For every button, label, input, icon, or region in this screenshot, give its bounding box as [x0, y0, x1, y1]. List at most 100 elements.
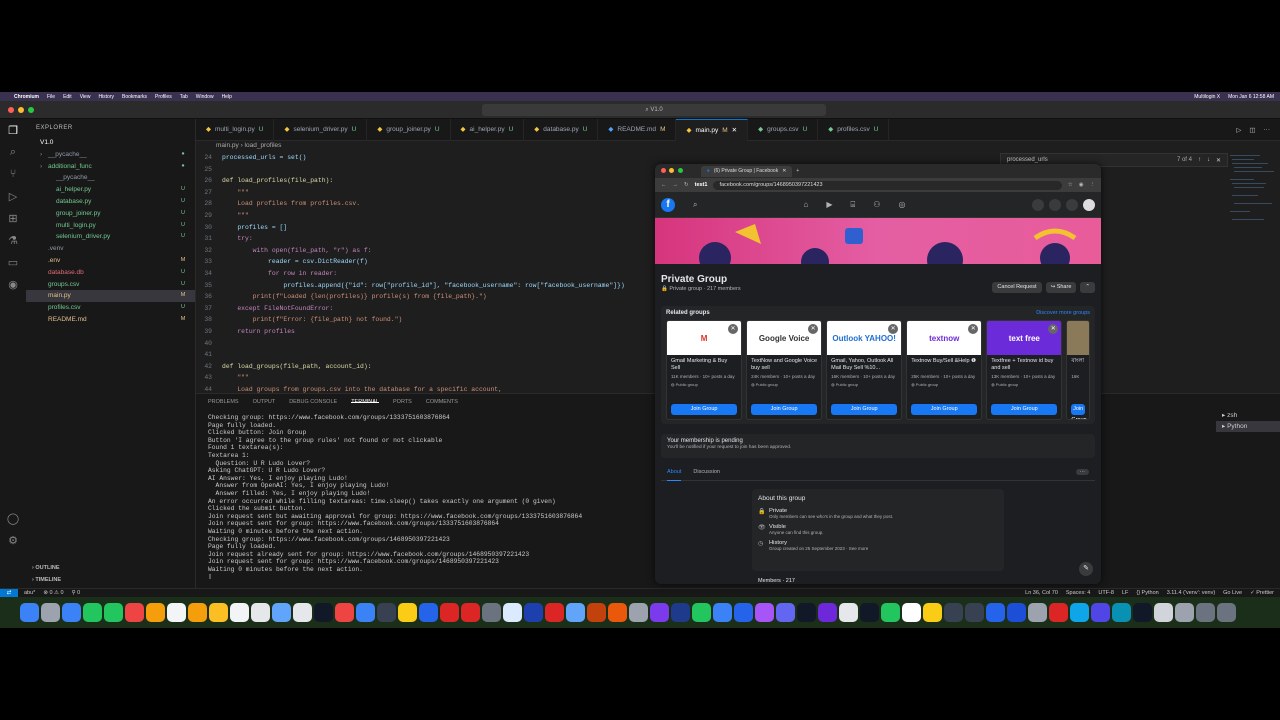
marketplace-icon[interactable]: ⌸ [850, 200, 855, 210]
cursor-position[interactable]: Ln 36, Col 70 [1025, 590, 1058, 596]
dock-app-icon[interactable] [20, 603, 39, 622]
encoding[interactable]: UTF-8 [1098, 590, 1114, 596]
dock-app-icon[interactable] [125, 603, 144, 622]
dock-app-icon[interactable] [524, 603, 543, 622]
problems-indicator[interactable]: ⊗ 0 ⚠ 0 [43, 590, 63, 596]
home-icon[interactable]: ⌂ [803, 200, 808, 209]
dock-app-icon[interactable] [566, 603, 585, 622]
dock-app-icon[interactable] [734, 603, 753, 622]
dock-app-icon[interactable] [1154, 603, 1173, 622]
dock-app-icon[interactable] [1049, 603, 1068, 622]
chrome-tab[interactable]: ● (6) Private Group | Facebook ✕ [700, 165, 793, 177]
account-icon[interactable]: ◯ [0, 507, 26, 529]
tree-item[interactable]: .env M [26, 255, 195, 267]
dock-app-icon[interactable] [1217, 603, 1236, 622]
dock-app-icon[interactable] [167, 603, 186, 622]
dock-app-icon[interactable] [860, 603, 879, 622]
explorer-icon[interactable]: ❐ [0, 119, 26, 141]
terminal-instance-zsh[interactable]: ▸ zsh [1216, 410, 1280, 421]
tree-item[interactable]: profiles.csv U [26, 302, 195, 314]
dock-app-icon[interactable] [440, 603, 459, 622]
dock-app-icon[interactable] [692, 603, 711, 622]
join-group-button[interactable]: Join Group [911, 404, 978, 415]
related-group-card[interactable]: Google Voice ✕ TextNow and Google Voice bu… [746, 320, 823, 420]
panel-tab-problems[interactable]: PROBLEMS [208, 399, 239, 405]
terminal-output[interactable]: Checking group: https://www.facebook.com… [208, 414, 668, 581]
ports-indicator[interactable]: ⚲ 0 [72, 590, 81, 596]
join-group-button[interactable]: Join Group [671, 404, 738, 415]
dock-app-icon[interactable] [1133, 603, 1152, 622]
python-interpreter[interactable]: 3.11.4 ('venv': venv) [1167, 590, 1215, 596]
menu-item-profiles[interactable]: Profiles [155, 94, 172, 100]
tab-about[interactable]: About [667, 463, 682, 481]
find-input[interactable]: processed_urls [1007, 157, 1171, 163]
dock-app-icon[interactable] [356, 603, 375, 622]
branch-indicator[interactable]: abu* [24, 590, 35, 596]
related-group-card[interactable]: textnow ✕ Textnow Buy/Sell &Help ❶ 25K memb… [906, 320, 983, 420]
back-icon[interactable]: ← [661, 182, 667, 188]
menu-item-history[interactable]: History [98, 94, 114, 100]
compose-icon[interactable]: ✎ [1079, 562, 1093, 576]
join-group-button[interactable]: Join Group [1071, 404, 1087, 419]
remote-explorer-icon[interactable]: ▭ [0, 251, 26, 273]
bookmark-star-icon[interactable]: ☆ [1068, 182, 1073, 188]
new-tab-icon[interactable]: + [796, 168, 799, 174]
share-button[interactable]: ↪ Share [1045, 282, 1077, 293]
dock-app-icon[interactable] [965, 603, 984, 622]
tab-groups-csv[interactable]: ◆ groups.csv U [748, 119, 819, 141]
dock-app-icon[interactable] [1175, 603, 1194, 622]
dock-app-icon[interactable] [146, 603, 165, 622]
dock-app-icon[interactable] [377, 603, 396, 622]
join-group-button[interactable]: Join Group [831, 404, 898, 415]
tree-item[interactable]: main.py M [26, 290, 195, 303]
split-editor-icon[interactable]: ◫ [1249, 126, 1255, 134]
tab-ai-helper-py[interactable]: ◆ ai_helper.py U [451, 119, 525, 141]
dock-app-icon[interactable] [188, 603, 207, 622]
tree-item[interactable]: groups.csv U [26, 279, 195, 291]
menu-item-file[interactable]: File [47, 94, 55, 100]
dock-app-icon[interactable] [776, 603, 795, 622]
dock-app-icon[interactable] [482, 603, 501, 622]
dock-app-icon[interactable] [104, 603, 123, 622]
more-actions-icon[interactable]: ··· [1264, 126, 1271, 133]
tree-item[interactable]: .venv [26, 243, 195, 255]
dock-app-icon[interactable] [461, 603, 480, 622]
panel-tab-ports[interactable]: PORTS [393, 399, 412, 405]
dock-app-icon[interactable] [944, 603, 963, 622]
dock-app-icon[interactable] [1007, 603, 1026, 622]
breadcrumb[interactable]: main.py › load_profiles [216, 141, 281, 151]
outline-section[interactable]: › OUTLINE [26, 562, 196, 574]
tree-item[interactable]: database.db U [26, 267, 195, 279]
account-avatar-icon[interactable]: ◉ [1079, 182, 1084, 188]
discover-more-link[interactable]: Discover more groups [1036, 310, 1090, 316]
dismiss-icon[interactable]: ✕ [728, 324, 739, 334]
testing-icon[interactable]: ⚗ [0, 229, 26, 251]
dock-app-icon[interactable] [545, 603, 564, 622]
close-tab-icon[interactable]: ✕ [782, 166, 786, 177]
multilogin-status[interactable]: Multilogin X [1194, 94, 1220, 100]
dock-app-icon[interactable] [1070, 603, 1089, 622]
terminal-instance-python[interactable]: ▸ Python [1216, 421, 1280, 432]
messenger-icon[interactable] [1049, 198, 1061, 211]
search-icon[interactable]: ⌕ [0, 141, 26, 163]
close-icon[interactable]: ✕ [1216, 157, 1221, 164]
dock-app-icon[interactable] [755, 603, 774, 622]
dock-app-icon[interactable] [503, 603, 522, 622]
tab-main-py[interactable]: ◆ main.py M ✕ [676, 119, 749, 141]
dock-app-icon[interactable] [650, 603, 669, 622]
chrome-close-button[interactable] [661, 167, 666, 173]
group-card-title[interactable]: Gmail Marketing & Buy Sell [667, 355, 741, 374]
dock-app-icon[interactable] [335, 603, 354, 622]
tree-item[interactable]: multi_login.py U [26, 220, 195, 232]
group-card-title[interactable]: Textnow Buy/Sell &Help ❶ [907, 355, 981, 374]
tree-item[interactable]: database.py U [26, 196, 195, 208]
profile-badge[interactable]: test1 [695, 182, 708, 188]
dock-app-icon[interactable] [1112, 603, 1131, 622]
more-options-icon[interactable]: ··· [1075, 468, 1089, 475]
arrow-down-icon[interactable]: ↓ [1207, 157, 1210, 163]
facebook-logo-icon[interactable]: f [661, 197, 675, 212]
github-icon[interactable]: ◉ [0, 273, 26, 295]
menubar-clock[interactable]: Mon Jan 6 12:58 AM [1228, 94, 1274, 100]
tree-item[interactable]: › additional_func ● [26, 161, 195, 173]
tree-item[interactable]: ai_helper.py U [26, 184, 195, 196]
